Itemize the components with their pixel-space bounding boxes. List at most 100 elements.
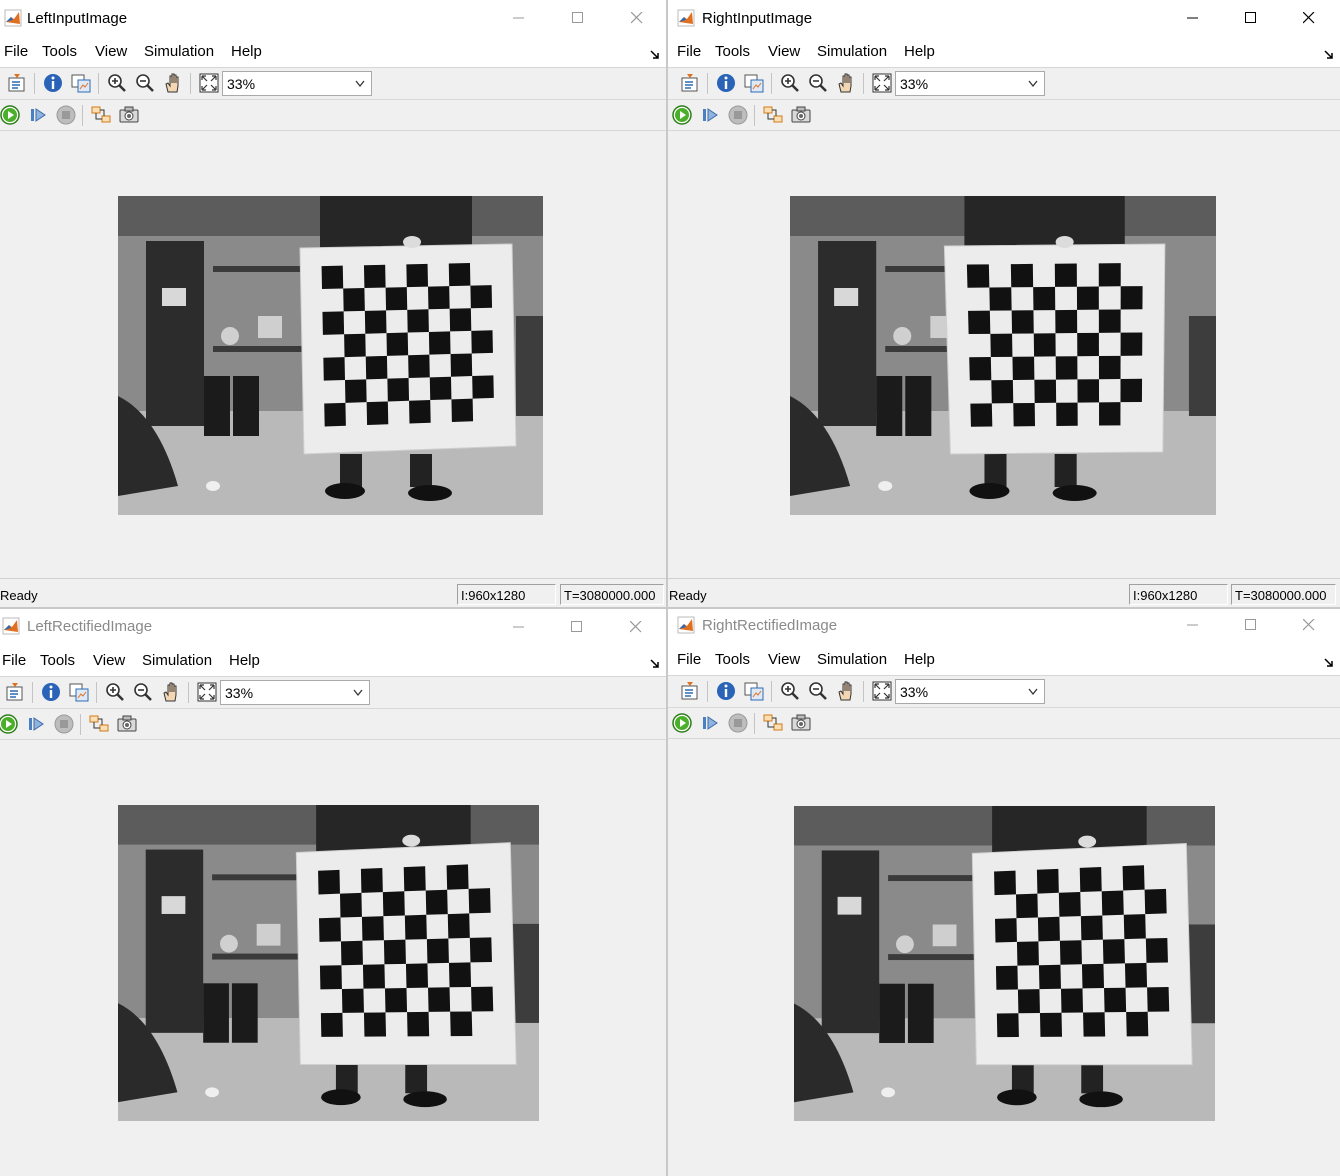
dock-arrow-icon[interactable] (650, 655, 660, 668)
parameters-icon[interactable] (679, 72, 701, 94)
close-button[interactable] (1286, 4, 1332, 32)
menu-tools[interactable]: Tools (42, 43, 77, 60)
stop-icon[interactable] (55, 104, 77, 126)
step-forward-icon[interactable] (700, 104, 722, 126)
snapshot-camera-icon[interactable] (790, 104, 812, 126)
zoom-in-icon[interactable] (779, 72, 801, 94)
snapshot-camera-icon[interactable] (118, 104, 140, 126)
image-viewport[interactable] (0, 131, 666, 577)
menu-file[interactable]: File (677, 651, 701, 668)
fit-to-window-icon[interactable] (198, 72, 220, 94)
fit-to-window-icon[interactable] (871, 680, 893, 702)
snapshot-camera-icon[interactable] (116, 713, 138, 735)
menu-help[interactable]: Help (904, 651, 935, 668)
highlight-simulink-block-icon[interactable] (88, 713, 110, 735)
menu-simulation[interactable]: Simulation (817, 651, 887, 668)
step-forward-icon[interactable] (28, 104, 50, 126)
zoom-dropdown[interactable]: 33% (895, 679, 1045, 704)
dock-arrow-icon[interactable] (650, 46, 660, 59)
zoom-in-icon[interactable] (779, 680, 801, 702)
close-button[interactable] (614, 4, 660, 32)
maximize-button[interactable] (1228, 611, 1274, 639)
menu-simulation[interactable]: Simulation (144, 43, 214, 60)
zoom-in-icon[interactable] (104, 681, 126, 703)
menu-view[interactable]: View (768, 43, 800, 60)
info-icon[interactable] (40, 681, 62, 703)
fit-to-window-icon[interactable] (871, 72, 893, 94)
menu-file[interactable]: File (677, 43, 701, 60)
export-image-icon[interactable] (70, 72, 92, 94)
menu-help[interactable]: Help (231, 43, 262, 60)
title-bar[interactable]: RightInputImage (668, 0, 1340, 36)
toolbar-separator (34, 73, 35, 94)
chevron-down-icon (355, 80, 365, 88)
menu-help[interactable]: Help (904, 43, 935, 60)
pan-hand-icon[interactable] (835, 680, 857, 702)
close-button[interactable] (1286, 611, 1332, 639)
run-icon[interactable] (0, 713, 20, 735)
zoom-out-icon[interactable] (134, 72, 156, 94)
highlight-simulink-block-icon[interactable] (762, 104, 784, 126)
zoom-out-icon[interactable] (807, 680, 829, 702)
parameters-icon[interactable] (679, 680, 701, 702)
pan-hand-icon[interactable] (835, 72, 857, 94)
menu-file[interactable]: File (2, 652, 26, 669)
export-image-icon[interactable] (68, 681, 90, 703)
menu-view[interactable]: View (93, 652, 125, 669)
info-icon[interactable] (715, 72, 737, 94)
stop-icon[interactable] (727, 712, 749, 734)
window-title: LeftInputImage (27, 10, 128, 27)
menu-view[interactable]: View (95, 43, 127, 60)
close-button[interactable] (613, 613, 659, 641)
title-bar[interactable]: LeftInputImage (0, 0, 666, 36)
menu-simulation[interactable]: Simulation (142, 652, 212, 669)
parameters-icon[interactable] (6, 72, 28, 94)
maximize-button[interactable] (555, 4, 601, 32)
maximize-button[interactable] (1228, 4, 1274, 32)
info-icon[interactable] (715, 680, 737, 702)
pan-hand-icon[interactable] (162, 72, 184, 94)
dock-arrow-icon[interactable] (1324, 46, 1334, 59)
highlight-simulink-block-icon[interactable] (90, 104, 112, 126)
maximize-button[interactable] (554, 613, 600, 641)
stop-icon[interactable] (727, 104, 749, 126)
menu-simulation[interactable]: Simulation (817, 43, 887, 60)
run-icon[interactable] (672, 104, 694, 126)
dock-arrow-icon[interactable] (1324, 654, 1334, 667)
menu-tools[interactable]: Tools (715, 651, 750, 668)
info-icon[interactable] (42, 72, 64, 94)
menu-help[interactable]: Help (229, 652, 260, 669)
zoom-dropdown[interactable]: 33% (895, 71, 1045, 96)
step-forward-icon[interactable] (26, 713, 48, 735)
zoom-out-icon[interactable] (807, 72, 829, 94)
image-viewport[interactable] (668, 131, 1340, 577)
menu-file[interactable]: File (4, 43, 28, 60)
export-image-icon[interactable] (743, 680, 765, 702)
minimize-button[interactable] (496, 613, 542, 641)
image-viewport[interactable] (0, 740, 666, 1176)
export-image-icon[interactable] (743, 72, 765, 94)
minimize-button[interactable] (496, 4, 542, 32)
highlight-simulink-block-icon[interactable] (762, 712, 784, 734)
run-icon[interactable] (672, 712, 694, 734)
zoom-dropdown[interactable]: 33% (220, 680, 370, 705)
fit-to-window-icon[interactable] (196, 681, 218, 703)
snapshot-camera-icon[interactable] (790, 712, 812, 734)
parameters-icon[interactable] (4, 681, 26, 703)
checkerboard-square (1126, 1011, 1149, 1037)
minimize-button[interactable] (1170, 611, 1216, 639)
pan-hand-icon[interactable] (160, 681, 182, 703)
zoom-in-icon[interactable] (106, 72, 128, 94)
image-viewport[interactable] (668, 739, 1340, 1176)
title-bar[interactable]: RightRectifiedImage (668, 609, 1340, 645)
run-icon[interactable] (0, 104, 22, 126)
stop-icon[interactable] (53, 713, 75, 735)
step-forward-icon[interactable] (700, 712, 722, 734)
zoom-out-icon[interactable] (132, 681, 154, 703)
title-bar[interactable]: LeftRectifiedImage (0, 609, 666, 645)
minimize-button[interactable] (1170, 4, 1216, 32)
menu-tools[interactable]: Tools (40, 652, 75, 669)
zoom-dropdown[interactable]: 33% (222, 71, 372, 96)
menu-tools[interactable]: Tools (715, 43, 750, 60)
menu-view[interactable]: View (768, 651, 800, 668)
